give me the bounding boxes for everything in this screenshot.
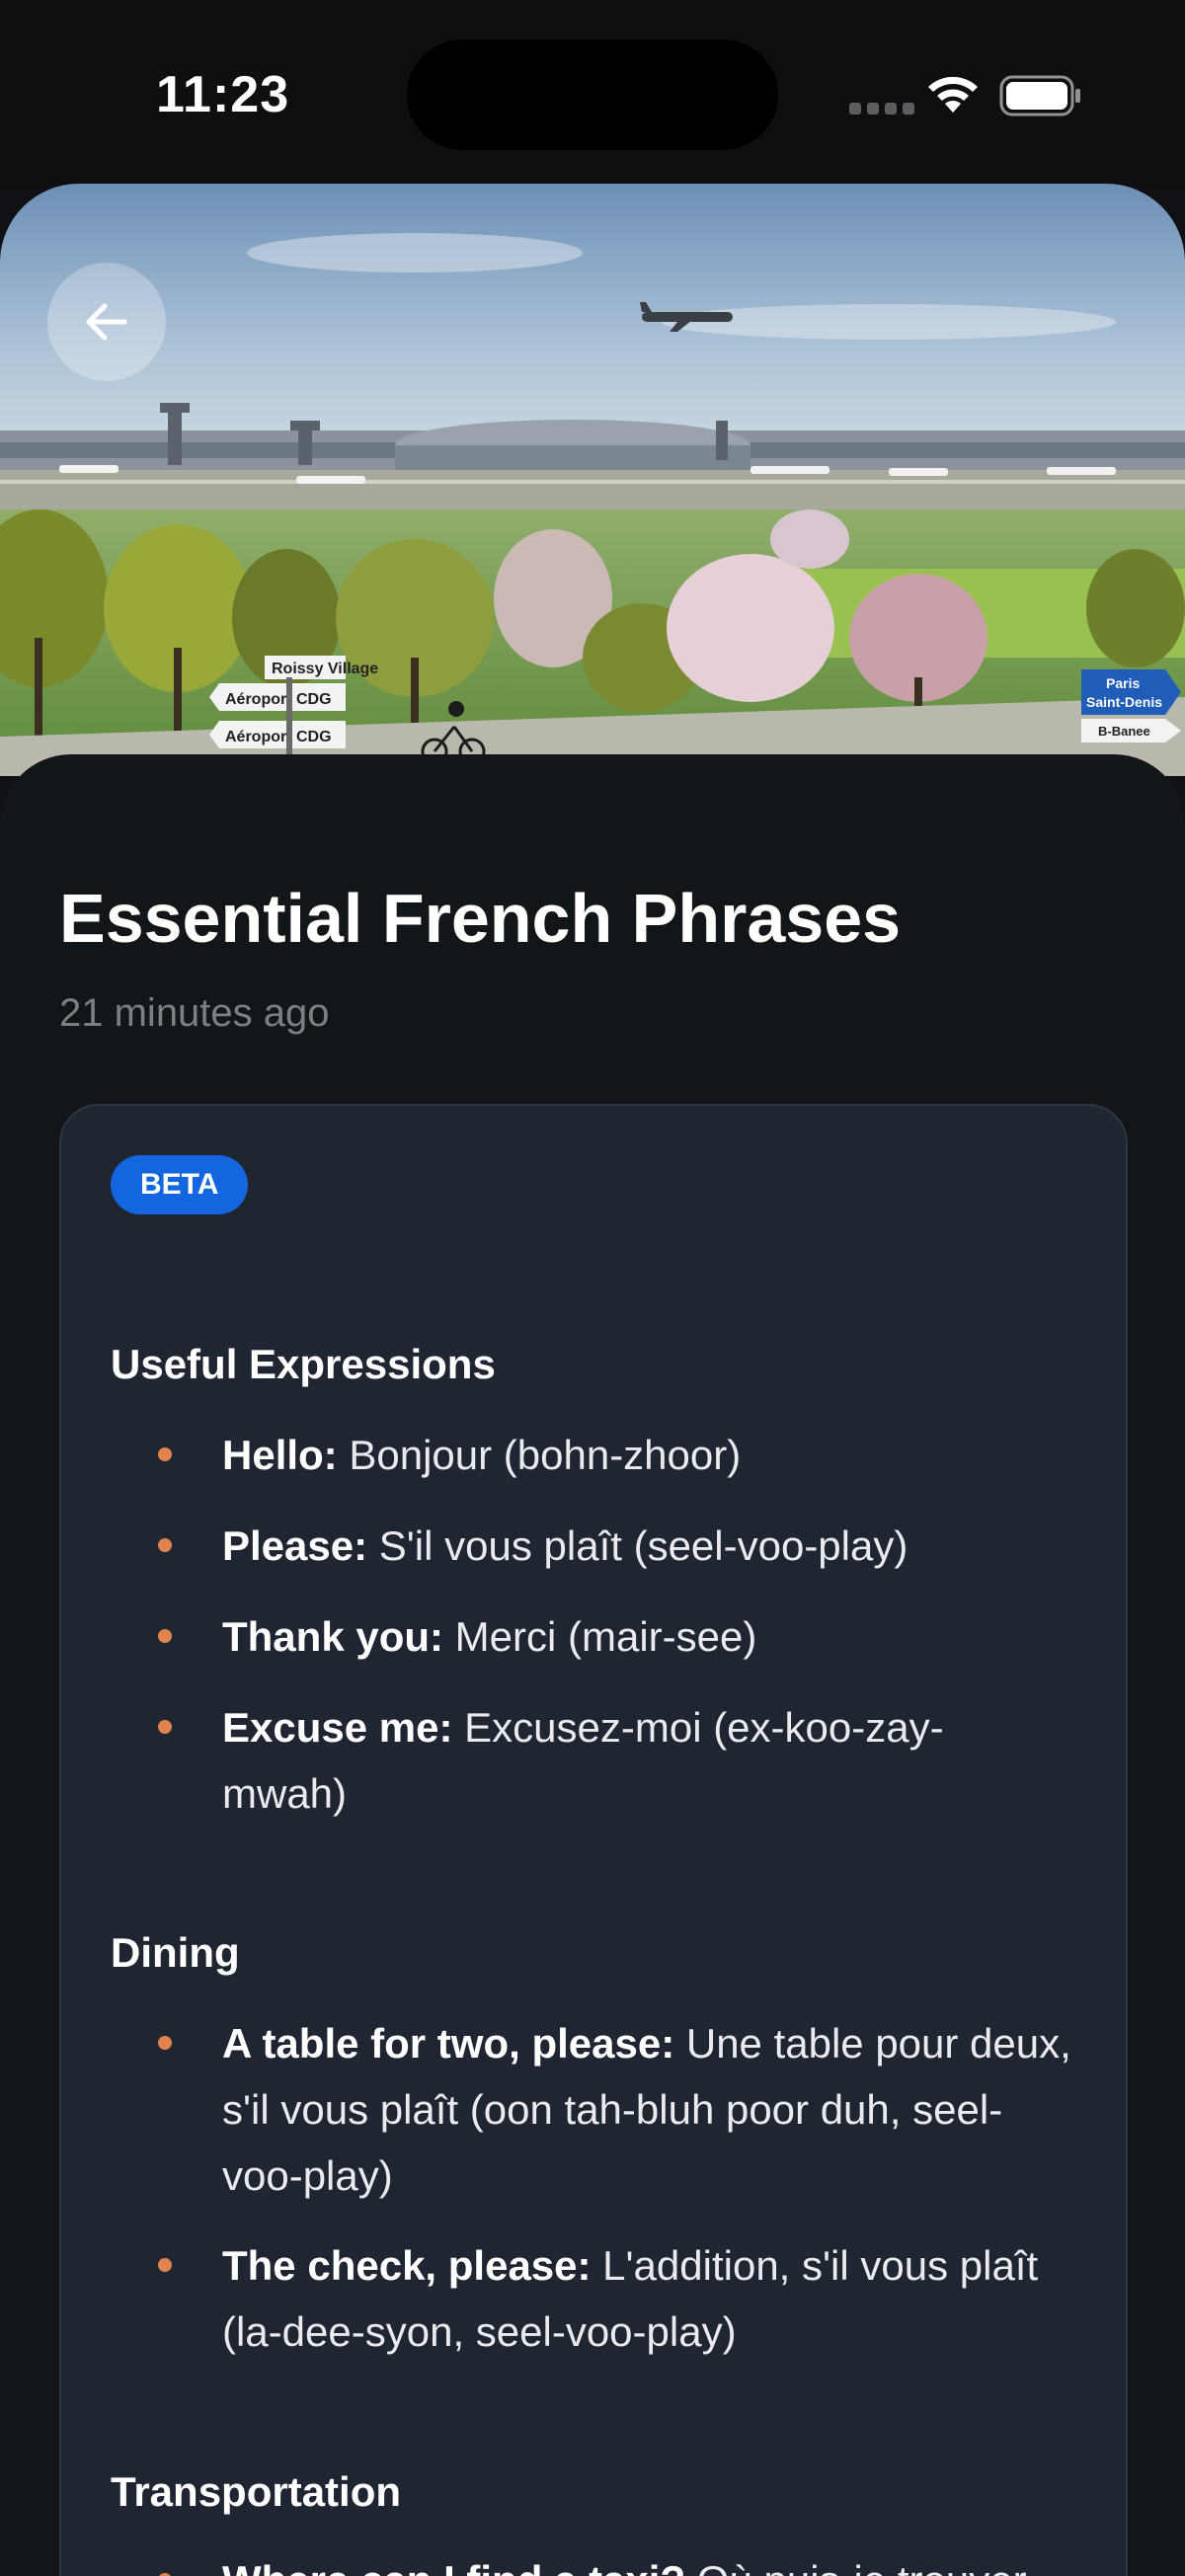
- screen: 11:23 Roissy Village Aéroport CDG Aéropo…: [0, 0, 1185, 2576]
- beta-badge: BETA: [111, 1155, 249, 1214]
- section-title-useful-expressions: Useful Expressions: [111, 1341, 496, 1387]
- cyclist-head: [448, 701, 464, 717]
- list-item: Where can I find a taxi? Où puis-je trou…: [222, 2547, 1081, 2576]
- section-title-transportation: Transportation: [111, 2468, 402, 2515]
- bullet-icon: [158, 1720, 172, 1734]
- battery-icon: [999, 75, 1080, 117]
- bullet-icon: [158, 1538, 172, 1552]
- bullet-icon: [158, 2036, 172, 2050]
- cellular-signal-icon: [849, 103, 914, 115]
- list-item: The check, please: L'addition, s'il vous…: [222, 2242, 1039, 2355]
- svg-text:B-Banee: B-Banee: [1098, 724, 1150, 739]
- list-item: Please: S'il vous plaît (seel-voo-play): [222, 1522, 908, 1569]
- timestamp: 21 minutes ago: [59, 991, 330, 1035]
- content-sheet: Essential French Phrases 21 minutes ago …: [0, 754, 1185, 2576]
- arrow-left-icon: [86, 303, 127, 341]
- svg-text:Aéroport CDG: Aéroport CDG: [225, 691, 332, 708]
- bullet-icon: [158, 1629, 172, 1643]
- svg-text:Paris: Paris: [1106, 675, 1140, 691]
- bullet-icon: [158, 2258, 172, 2272]
- bullet-icon: [158, 1447, 172, 1461]
- svg-text:Roissy Village: Roissy Village: [272, 661, 378, 677]
- status-bar: 11:23: [0, 0, 1185, 188]
- list-item: A table for two, please: Une table pour …: [222, 2020, 1071, 2199]
- page-title: Essential French Phrases: [59, 880, 902, 957]
- back-button[interactable]: [47, 263, 166, 381]
- list-item: Hello: Bonjour (bohn-zhoor): [222, 1432, 742, 1478]
- status-time: 11:23: [156, 66, 290, 123]
- list-item: Thank you: Merci (mair-see): [222, 1613, 757, 1660]
- svg-text:Aéroport CDG: Aéroport CDG: [225, 729, 332, 745]
- section-title-dining: Dining: [111, 1929, 240, 1976]
- svg-text:Saint-Denis: Saint-Denis: [1086, 694, 1162, 710]
- list-item: Excuse me: Excusez-moi (ex-koo-zay-mwah): [222, 1704, 944, 1817]
- dynamic-island: [407, 39, 778, 150]
- hero-image: Roissy Village Aéroport CDG Aéroport CDG…: [0, 184, 1185, 776]
- wifi-icon: [928, 76, 978, 113]
- phrases-card: BETA Useful Expressions Hello: Bonjour (…: [59, 1104, 1128, 2576]
